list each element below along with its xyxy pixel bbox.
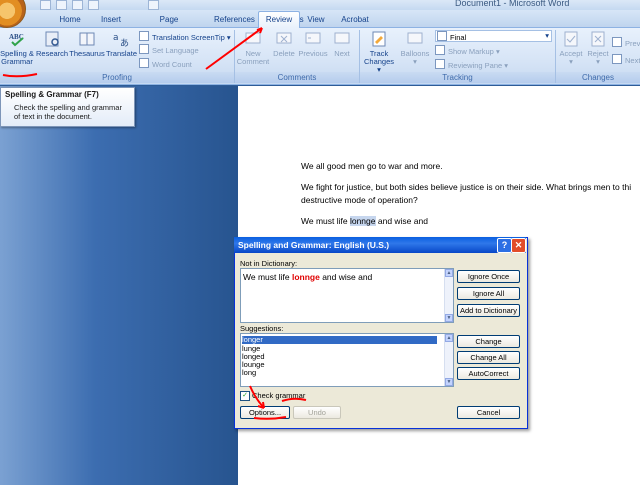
annotation-underline-options: [253, 416, 287, 420]
annotation-arrow-options: [249, 385, 265, 409]
annotation-arrow-review: [205, 27, 263, 70]
annotation-overlay: [2, 27, 307, 420]
annotation-underline-spelling: [2, 73, 38, 78]
annotation-underline-grammar: [281, 397, 307, 402]
